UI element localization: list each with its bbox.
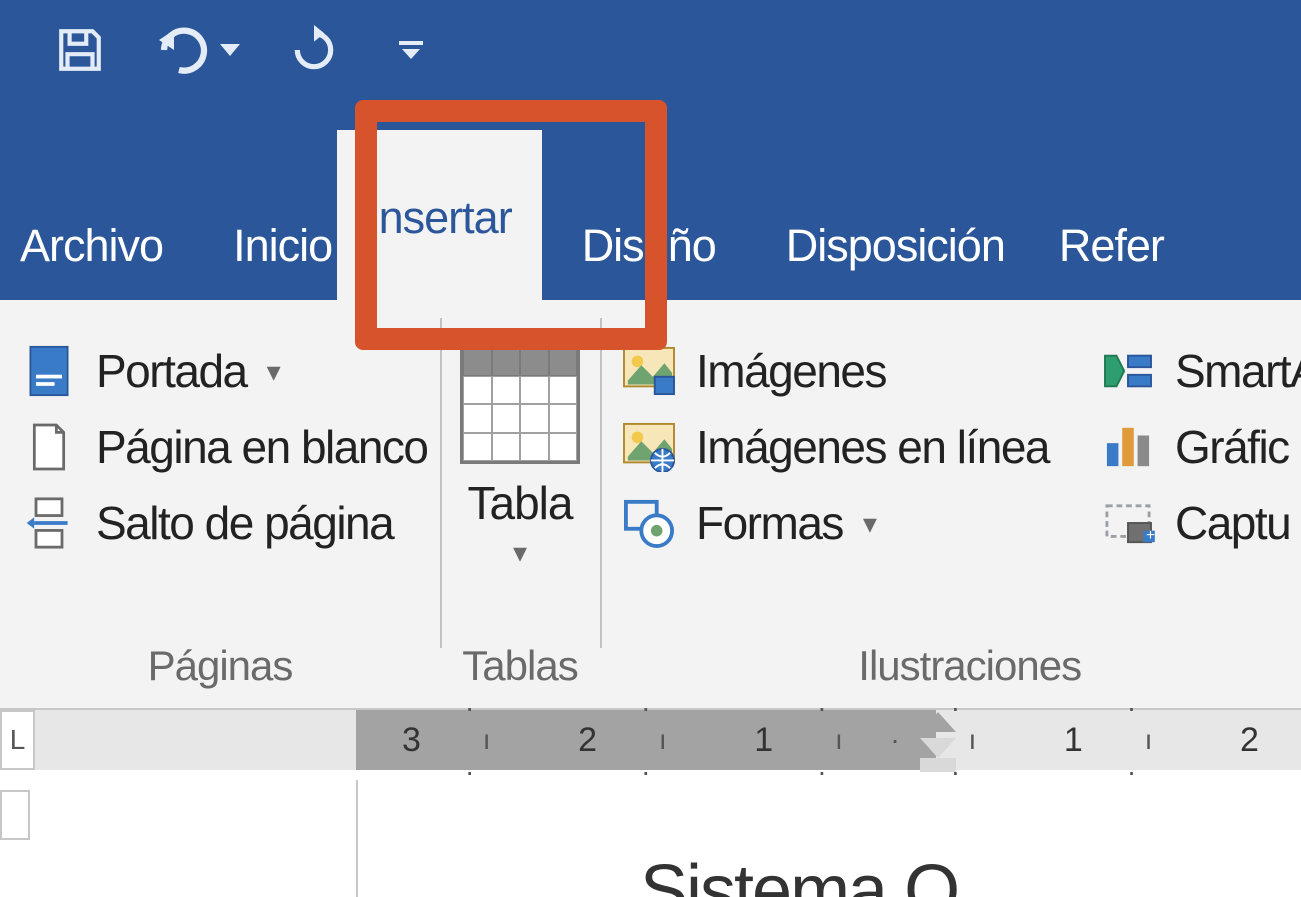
tab-inicio[interactable]: Inicio (203, 180, 337, 300)
undo-button[interactable] (154, 20, 214, 80)
document-text-preview: Sistema O (640, 850, 958, 897)
tab-selector[interactable]: L (0, 710, 35, 770)
salto-pagina-button[interactable]: Salto de página (20, 494, 420, 552)
save-button[interactable] (50, 20, 110, 80)
group-ilustraciones-label: Ilustraciones (620, 642, 1301, 690)
imagenes-label: Imágenes (696, 344, 886, 398)
tab-referencias[interactable]: Refer (1035, 180, 1164, 300)
quick-access-toolbar (50, 20, 424, 80)
chevron-down-icon: ▾ (267, 355, 280, 388)
smartart-button[interactable]: SmartA (1099, 342, 1301, 400)
pagina-blanco-label: Página en blanco (96, 420, 428, 474)
ruler-number: 1 (1022, 721, 1125, 760)
imagenes-linea-button[interactable]: Imágenes en línea (620, 418, 1049, 476)
ruler-number: 3 (360, 721, 463, 760)
ruler-number: 1 (712, 721, 815, 760)
group-paginas: Portada ▾ Página en blanco (0, 300, 440, 708)
group-paginas-label: Páginas (20, 642, 420, 690)
repeat-icon (289, 25, 339, 75)
ruler-number: 2 (1198, 721, 1301, 760)
document-edge (356, 780, 358, 897)
cover-page-icon (20, 342, 78, 400)
undo-icon (154, 25, 214, 75)
pictures-icon (620, 342, 678, 400)
salto-pagina-label: Salto de página (96, 496, 393, 550)
ribbon-tabs: Archivo Inicio Insertar Diseño Disposici… (0, 180, 1164, 300)
grafico-label: Gráfic (1175, 420, 1289, 474)
online-pictures-icon (620, 418, 678, 476)
pagina-blanco-button[interactable]: Página en blanco (20, 418, 420, 476)
ruler-ticks: 3 · ı · 2 · ı · 1 · ı · · · · ı · 1 · ı … (360, 710, 1301, 770)
ruler-area: 3 · ı · 2 · ı · 1 · ı · · · · ı · 1 · ı … (0, 710, 1301, 897)
tab-disposicion[interactable]: Disposición (746, 180, 1035, 300)
page-break-icon (20, 494, 78, 552)
indent-marker[interactable] (920, 712, 956, 772)
grafico-button[interactable]: Gráfic (1099, 418, 1301, 476)
smartart-label: SmartA (1175, 344, 1301, 398)
group-ilustraciones: Imágenes Imágenes en línea (600, 300, 1301, 708)
repeat-button[interactable] (284, 20, 344, 80)
vertical-ruler-fragment (0, 790, 30, 840)
portada-button[interactable]: Portada ▾ (20, 342, 420, 400)
blank-page-icon (20, 418, 78, 476)
chevron-down-icon: ▾ (863, 507, 876, 540)
title-bar: Archivo Inicio Insertar Diseño Disposici… (0, 0, 1301, 300)
captura-label: Captu (1175, 496, 1290, 550)
horizontal-ruler[interactable]: 3 · ı · 2 · ı · 1 · ı · · · · ı · 1 · ı … (0, 710, 1301, 770)
tabla-label: Tabla (468, 476, 573, 530)
shapes-icon (620, 494, 678, 552)
ribbon: Portada ▾ Página en blanco (0, 300, 1301, 710)
imagenes-linea-label: Imágenes en línea (696, 420, 1049, 474)
save-icon (55, 25, 105, 75)
group-tablas: Tabla ▾ Tablas (440, 300, 600, 708)
chevron-down-icon: ▾ (513, 536, 527, 569)
undo-dropdown[interactable] (220, 44, 240, 56)
group-tablas-label: Tablas (462, 642, 577, 690)
tab-archivo[interactable]: Archivo (0, 180, 203, 300)
customize-qat-button[interactable] (398, 37, 424, 63)
screenshot-icon: + (1099, 494, 1157, 552)
formas-label: Formas (696, 496, 843, 550)
captura-button[interactable]: + Captu (1099, 494, 1301, 552)
table-icon (460, 344, 580, 464)
tab-insertar[interactable]: Insertar (337, 130, 542, 300)
portada-label: Portada (96, 344, 247, 398)
smartart-icon (1099, 342, 1157, 400)
imagenes-button[interactable]: Imágenes (620, 342, 1049, 400)
tab-diseno[interactable]: Diseño (542, 180, 746, 300)
tabla-button[interactable]: Tabla ▾ (460, 342, 580, 569)
ruler-number: 2 (536, 721, 639, 760)
formas-button[interactable]: Formas ▾ (620, 494, 1049, 552)
chart-icon (1099, 418, 1157, 476)
